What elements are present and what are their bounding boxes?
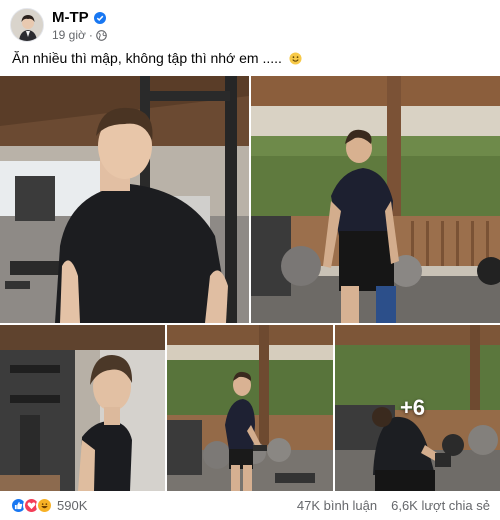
- author-name[interactable]: M-TP: [52, 9, 89, 26]
- more-photos-overlay[interactable]: +6: [335, 325, 500, 491]
- engagement-stats: 47K bình luận 6,6K lượt chia sẻ: [297, 498, 490, 513]
- more-photos-count[interactable]: +6: [400, 395, 425, 421]
- haha-icon: [36, 497, 53, 514]
- globe-icon[interactable]: [96, 29, 107, 41]
- post-caption: Ăn nhiều thì mập, không tập thì nhớ em .…: [12, 50, 302, 66]
- post-photo-5[interactable]: +6: [335, 325, 500, 491]
- post-photo-2[interactable]: [251, 76, 500, 323]
- post-photo-4[interactable]: [167, 325, 333, 491]
- post-meta: 19 giờ ·: [52, 28, 107, 42]
- author-avatar[interactable]: [10, 8, 44, 42]
- post-footer: 590K 47K bình luận 6,6K lượt chia sẻ: [0, 491, 500, 520]
- smiley-icon: [289, 52, 302, 65]
- share-count[interactable]: 6,6K lượt chia sẻ: [391, 498, 490, 513]
- meta-separator: ·: [88, 28, 93, 42]
- reaction-count[interactable]: 590K: [57, 498, 87, 513]
- author-name-row: M-TP: [52, 9, 106, 26]
- caption-text: Ăn nhiều thì mập, không tập thì nhớ em .…: [12, 50, 282, 66]
- post-photo-3[interactable]: [0, 325, 165, 491]
- reactions-summary[interactable]: 590K: [10, 497, 87, 514]
- verified-badge-icon: [93, 11, 106, 24]
- post-time[interactable]: 19 giờ: [52, 28, 86, 42]
- facebook-post: M-TP 19 giờ · Ăn nhiều thì mập, không tậ…: [0, 0, 500, 520]
- comment-count[interactable]: 47K bình luận: [297, 498, 377, 513]
- post-photo-1[interactable]: [0, 76, 249, 323]
